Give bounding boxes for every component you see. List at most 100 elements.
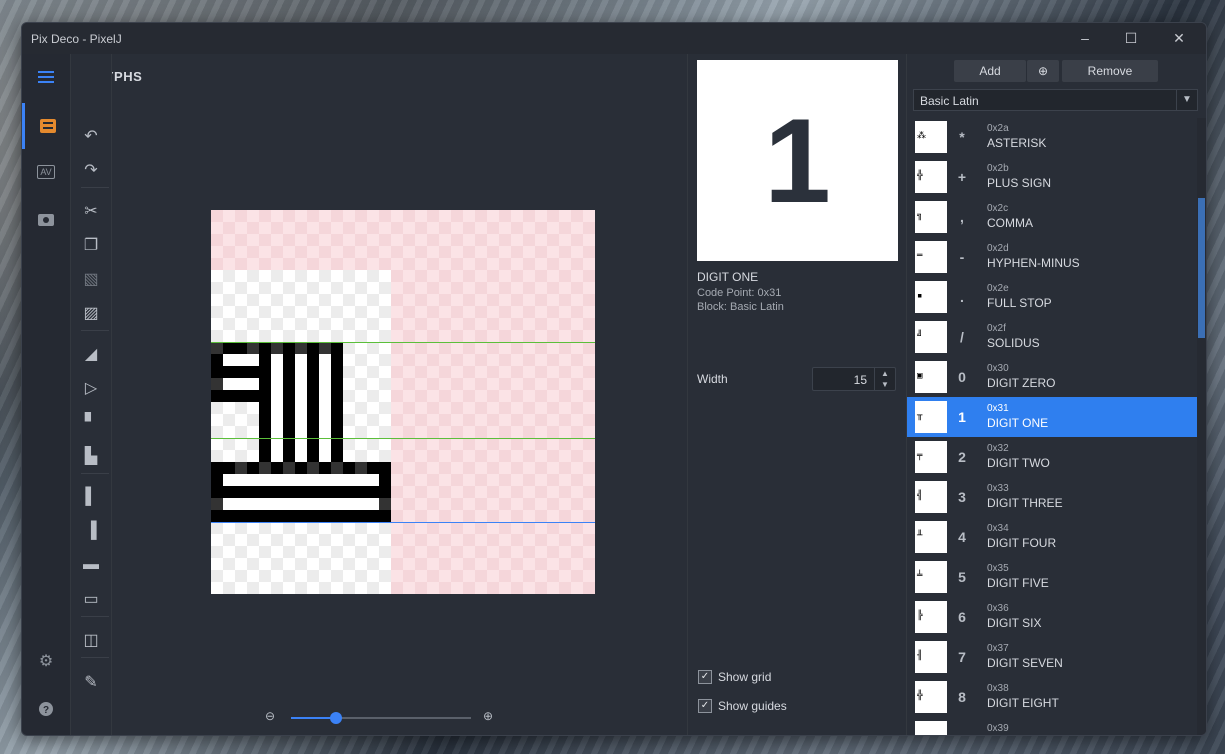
glyph-list-item[interactable]: ╧ 5 0x35 DIGIT FIVE — [907, 557, 1197, 597]
width-label: Width — [697, 372, 728, 386]
paste-icon[interactable]: ▧ — [71, 265, 111, 293]
cut-icon[interactable]: ✂ — [71, 197, 111, 225]
tool-divider — [81, 616, 109, 617]
glyph-name-label: ASTERISK — [987, 136, 1047, 150]
glyph-list-item[interactable]: ╬ 8 0x38 DIGIT EIGHT — [907, 677, 1197, 717]
glyph-char: 4 — [958, 529, 966, 545]
redo-icon[interactable]: ↷ — [71, 156, 111, 184]
glyph-thumbnail: ═ — [915, 241, 947, 273]
move-up-icon[interactable]: ▘ — [71, 408, 111, 436]
tool-divider — [81, 330, 109, 331]
pixel-glyph[interactable] — [211, 210, 595, 594]
undo-icon[interactable]: ↶ — [71, 122, 111, 150]
glyph-char: * — [959, 129, 965, 145]
glyph-list-item[interactable]: 0x39 — [907, 717, 1197, 735]
width-stepper[interactable]: ▲ ▼ — [874, 368, 895, 390]
flip-horizontal-icon[interactable]: ◢ — [71, 340, 111, 368]
kerning-icon[interactable]: AV — [22, 149, 70, 195]
glyph-list-item[interactable]: ╗, 0x2c COMMA — [907, 197, 1197, 237]
help-icon[interactable]: ? — [22, 686, 70, 732]
delete-row-icon[interactable]: ▭ — [71, 585, 111, 613]
width-value: 15 — [853, 373, 867, 387]
glyph-list-item[interactable]: ═ - 0x2d HYPHEN-MINUS — [907, 237, 1197, 277]
glyph-thumbnail-mark: ═ — [917, 251, 923, 261]
copy-icon[interactable]: ❐ — [71, 231, 111, 259]
zoom-in-icon[interactable]: ⊕ — [483, 709, 493, 723]
width-spinbox[interactable]: 15 ▲ ▼ — [812, 367, 896, 391]
glyph-list-item[interactable]: ╬ +0x2b PLUS SIGN — [907, 157, 1197, 197]
block-select[interactable]: Basic Latin ▼ — [913, 89, 1198, 111]
glyph-list-item[interactable]: ╥ 1 0x31 DIGIT ONE — [907, 397, 1197, 437]
glyph-list-item[interactable]: ▪. 0x2e FULL STOP — [907, 277, 1197, 317]
glyph-thumbnail: ⁂ — [915, 121, 947, 153]
maximize-button[interactable]: ☐ — [1108, 23, 1154, 54]
glyph-list-item[interactable]: ╢ 7 0x37 DIGIT SEVEN — [907, 637, 1197, 677]
move-down-icon[interactable]: ▙ — [71, 442, 111, 470]
chevron-down-icon[interactable]: ▼ — [1176, 90, 1197, 110]
glyph-list-item[interactable]: ⁂ * 0x2a ASTERISK — [907, 118, 1197, 157]
show-guides-checkbox[interactable]: ✓ Show guides — [698, 698, 787, 714]
remove-button[interactable]: Remove — [1062, 60, 1158, 82]
tool-column: ↶ ↷ ✂ ❐ ▧ ▨ ◢ ▷ ▘ ▙ ▌ ▐ ▬ ▭ ◫ ✎ — [71, 54, 112, 735]
glyph-thumbnail-mark: ╗ — [917, 211, 923, 221]
preview-char: 1 — [764, 93, 831, 228]
shift-right-icon[interactable]: ▐ — [71, 517, 111, 545]
paste-special-icon[interactable]: ▨ — [71, 299, 111, 327]
insert-row-icon[interactable]: ▬ — [71, 551, 111, 579]
glyph-char: . — [960, 289, 964, 305]
glyph-char: - — [959, 249, 965, 265]
glyphs-icon[interactable] — [22, 103, 70, 149]
zoom-out-icon[interactable]: ⊖ — [265, 709, 275, 723]
glyph-name-label: SOLIDUS — [987, 336, 1040, 350]
tool-divider — [81, 657, 109, 658]
show-grid-checkbox[interactable]: ✓ Show grid — [698, 669, 771, 685]
minimize-button[interactable]: – — [1062, 23, 1108, 54]
add-options-button[interactable]: ⊕ — [1027, 60, 1059, 82]
svg-text:?: ? — [43, 705, 49, 716]
glyph-code: 0x31 — [987, 403, 1009, 414]
glyph-list-item[interactable]: ╣ 3 0x33 DIGIT THREE — [907, 477, 1197, 517]
glyph-char: / — [960, 329, 964, 345]
checkbox-check-icon[interactable]: ✓ — [698, 699, 712, 713]
preview-icon[interactable] — [22, 197, 70, 243]
tool-divider — [81, 187, 109, 188]
glyph-char: 8 — [958, 689, 966, 705]
glyph-canvas[interactable] — [211, 210, 595, 594]
glyph-code: 0x2a — [987, 123, 1009, 134]
scrollbar-thumb[interactable] — [1198, 198, 1205, 338]
zoom-slider-thumb[interactable] — [330, 712, 342, 724]
glyph-list-item[interactable]: ▣ 0 0x30 DIGIT ZERO — [907, 357, 1197, 397]
glyph-list[interactable]: ⁂ * 0x2a ASTERISK ╬ +0x2b PLUS SIGN ╗, 0x2c COMMA… — [907, 118, 1197, 735]
glyph-code: 0x33 — [987, 483, 1009, 494]
glyph-list-scrollbar[interactable] — [1197, 118, 1206, 735]
glyph-char: 7 — [958, 649, 966, 665]
glyph-thumbnail-mark: ╠ — [917, 611, 923, 621]
glyph-name-label: DIGIT ONE — [987, 416, 1049, 430]
glyph-thumbnail: ╥ — [915, 401, 947, 433]
add-button[interactable]: Add — [954, 60, 1026, 82]
settings-icon[interactable]: ⚙ — [22, 638, 70, 684]
menu-icon[interactable] — [22, 54, 70, 100]
shift-left-icon[interactable]: ▌ — [71, 483, 111, 511]
close-button[interactable]: ✕ — [1156, 23, 1202, 54]
add-label: Add — [979, 64, 1001, 78]
flip-vertical-icon[interactable]: ▷ — [71, 374, 111, 402]
glyph-list-item[interactable]: ╝ / 0x2f SOLIDUS — [907, 317, 1197, 357]
checkbox-check-icon[interactable]: ✓ — [698, 670, 712, 684]
glyph-list-item[interactable]: ╤ 2 0x32 DIGIT TWO — [907, 437, 1197, 477]
mirror-icon[interactable]: ◫ — [71, 626, 111, 654]
glyph-thumbnail-mark: ⁂ — [917, 131, 926, 141]
glyph-thumbnail-mark: ╝ — [917, 331, 923, 341]
glyph-name-label: DIGIT THREE — [987, 496, 1063, 510]
glyph-list-item[interactable]: ╨ 4 0x34 DIGIT FOUR — [907, 517, 1197, 557]
glyph-code: 0x34 — [987, 523, 1009, 534]
glyph-code: 0x2f — [987, 323, 1006, 334]
glyph-code: 0x38 — [987, 683, 1009, 694]
glyph-thumbnail — [915, 721, 947, 735]
eraser-icon[interactable]: ✎ — [71, 668, 111, 696]
glyph-char: , — [960, 209, 964, 225]
title-bar: Pix Deco - PixelJ – ☐ ✕ — [22, 23, 1206, 54]
glyph-code: 0x2b — [987, 163, 1009, 174]
glyph-list-item[interactable]: ╠ 6 0x36 DIGIT SIX — [907, 597, 1197, 637]
glyph-thumbnail: ╨ — [915, 521, 947, 553]
